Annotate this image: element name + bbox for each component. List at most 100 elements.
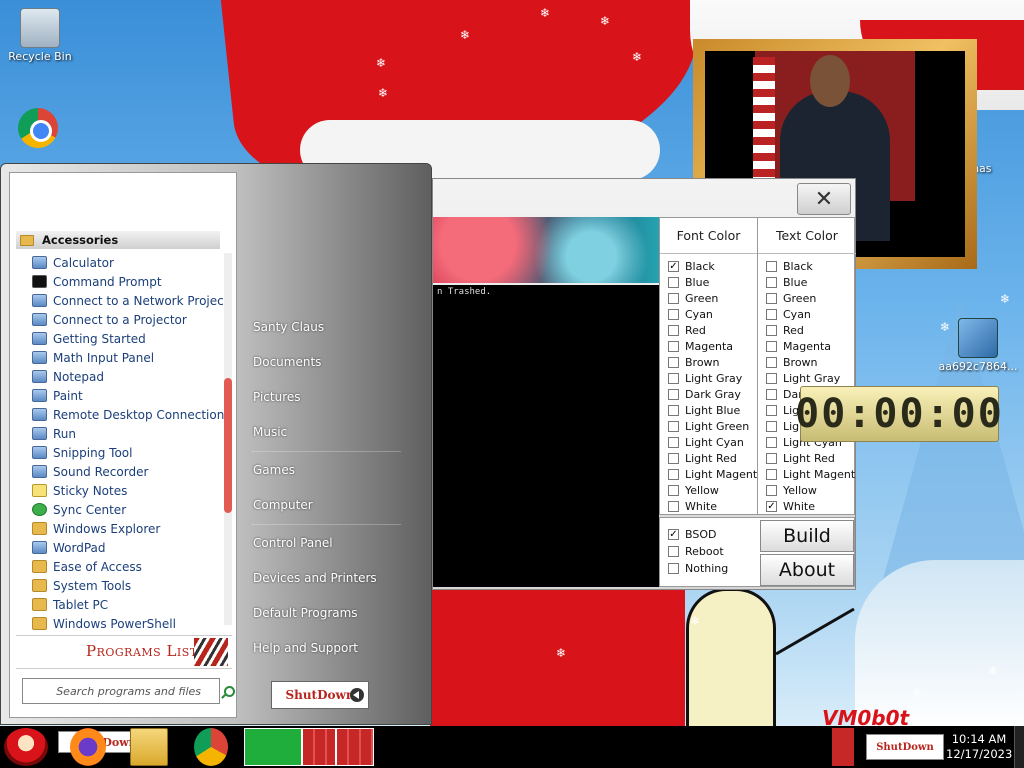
checkbox[interactable] — [668, 324, 679, 336]
countdown-timer-widget[interactable]: 00:00:00 — [795, 386, 1002, 442]
program-item[interactable]: Remote Desktop Connection — [32, 405, 232, 424]
font-color-option[interactable]: White — [660, 498, 757, 514]
text-color-option[interactable]: Magenta — [758, 338, 856, 354]
checkbox[interactable] — [766, 436, 777, 448]
programs-scroll-thumb[interactable] — [224, 378, 232, 513]
start-right-item-documents[interactable]: Documents — [253, 355, 321, 369]
checkbox[interactable]: ✓ — [766, 500, 777, 512]
checkbox[interactable] — [766, 468, 777, 480]
file-explorer-icon[interactable] — [130, 728, 168, 766]
checkbox[interactable] — [766, 388, 777, 400]
start-right-item-devices-printers[interactable]: Devices and Printers — [253, 571, 377, 585]
text-color-option[interactable]: Light Gray — [758, 370, 856, 386]
action-option[interactable]: Nothing — [660, 560, 756, 577]
text-color-option[interactable]: Red — [758, 322, 856, 338]
checkbox[interactable] — [766, 372, 777, 384]
program-item[interactable]: Sound Recorder — [32, 462, 232, 481]
build-button[interactable]: Build — [760, 520, 854, 552]
start-right-item-control-panel[interactable]: Control Panel — [253, 536, 333, 550]
checkbox[interactable] — [668, 372, 679, 384]
shutdown-button[interactable]: ShutDown — [271, 681, 369, 709]
checkbox[interactable] — [668, 484, 679, 496]
text-color-option[interactable]: Blue — [758, 274, 856, 290]
font-color-option[interactable]: Light Magenta — [660, 466, 757, 482]
checkbox[interactable] — [766, 260, 777, 272]
program-item[interactable]: WordPad — [32, 538, 232, 557]
taskbar-clock[interactable]: 10:14 AM 12/17/2023 — [946, 732, 1012, 762]
text-color-option[interactable]: Cyan — [758, 306, 856, 322]
checkbox[interactable] — [668, 468, 679, 480]
text-color-option[interactable]: Light Red — [758, 450, 856, 466]
start-right-item-games[interactable]: Games — [253, 463, 295, 477]
start-right-item-santy-claus[interactable]: Santy Claus — [253, 320, 324, 334]
program-item[interactable]: Command Prompt — [32, 272, 232, 291]
font-color-option[interactable]: Blue — [660, 274, 757, 290]
program-item[interactable]: Math Input Panel — [32, 348, 232, 367]
action-option[interactable]: ✓ BSOD — [660, 526, 756, 543]
tray-red-icon[interactable] — [832, 728, 854, 766]
shutdown-options-arrow-icon[interactable] — [350, 688, 364, 702]
checkbox[interactable] — [668, 388, 679, 400]
checkbox[interactable]: ✓ — [668, 260, 679, 272]
checkbox[interactable] — [766, 292, 777, 304]
start-right-item-music[interactable]: Music — [253, 425, 287, 439]
program-item[interactable]: Snipping Tool — [32, 443, 232, 462]
taskbar-app-green[interactable] — [244, 728, 302, 766]
checkbox[interactable] — [766, 356, 777, 368]
text-color-option[interactable]: Brown — [758, 354, 856, 370]
checkbox[interactable] — [668, 500, 679, 512]
font-color-option[interactable]: Light Blue — [660, 402, 757, 418]
firefox-icon[interactable] — [70, 728, 106, 766]
checkbox[interactable] — [766, 484, 777, 496]
font-color-option[interactable]: ✓ Black — [660, 258, 757, 274]
text-color-option[interactable]: Green — [758, 290, 856, 306]
action-option[interactable]: Reboot — [660, 543, 756, 560]
program-item[interactable]: Calculator — [32, 253, 232, 272]
program-folder[interactable]: System Tools — [32, 576, 232, 595]
font-color-option[interactable]: Light Red — [660, 450, 757, 466]
start-right-item-pictures[interactable]: Pictures — [253, 390, 301, 404]
program-item[interactable]: Sync Center — [32, 500, 232, 519]
checkbox[interactable]: ✓ — [668, 529, 679, 540]
checkbox[interactable] — [668, 308, 679, 320]
text-color-option[interactable]: Black — [758, 258, 856, 274]
checkbox[interactable] — [668, 563, 679, 574]
checkbox[interactable] — [668, 436, 679, 448]
desktop-icon-chrome[interactable] — [0, 108, 76, 150]
font-color-option[interactable]: Yellow — [660, 482, 757, 498]
programs-list-button[interactable]: Programs List — [16, 635, 232, 669]
font-color-option[interactable]: Brown — [660, 354, 757, 370]
desktop-icon-recycle-bin[interactable]: Recycle Bin — [2, 8, 78, 63]
close-button[interactable]: ✕ — [797, 183, 851, 215]
font-color-option[interactable]: Cyan — [660, 306, 757, 322]
checkbox[interactable] — [766, 340, 777, 352]
program-folder[interactable]: Windows PowerShell — [32, 614, 232, 633]
start-right-item-default-programs[interactable]: Default Programs — [253, 606, 358, 620]
search-input[interactable]: Search programs and files — [22, 678, 220, 704]
font-color-option[interactable]: Dark Gray — [660, 386, 757, 402]
checkbox[interactable] — [668, 420, 679, 432]
font-color-option[interactable]: Light Cyan — [660, 434, 757, 450]
start-button[interactable] — [4, 728, 48, 766]
program-item[interactable]: Paint — [32, 386, 232, 405]
search-icon[interactable] — [224, 686, 235, 697]
checkbox[interactable] — [766, 276, 777, 288]
program-folder[interactable]: Tablet PC — [32, 595, 232, 614]
program-item[interactable]: Run — [32, 424, 232, 443]
font-color-option[interactable]: Light Gray — [660, 370, 757, 386]
program-item[interactable]: Connect to a Network Projector — [32, 291, 232, 310]
checkbox[interactable] — [668, 404, 679, 416]
font-color-option[interactable]: Green — [660, 290, 757, 306]
about-button[interactable]: About — [760, 554, 854, 586]
category-accessories[interactable]: Accessories — [16, 231, 220, 249]
checkbox[interactable] — [668, 276, 679, 288]
checkbox[interactable] — [668, 292, 679, 304]
program-item[interactable]: Connect to a Projector — [32, 310, 232, 329]
program-folder[interactable]: Ease of Access — [32, 557, 232, 576]
show-desktop-button[interactable] — [1014, 726, 1024, 768]
checkbox[interactable] — [766, 308, 777, 320]
taskbar-app-red[interactable] — [302, 728, 336, 766]
checkbox[interactable] — [668, 452, 679, 464]
desktop-icon-setup[interactable]: aa692c7864... — [938, 318, 1018, 373]
program-item[interactable]: Notepad — [32, 367, 232, 386]
